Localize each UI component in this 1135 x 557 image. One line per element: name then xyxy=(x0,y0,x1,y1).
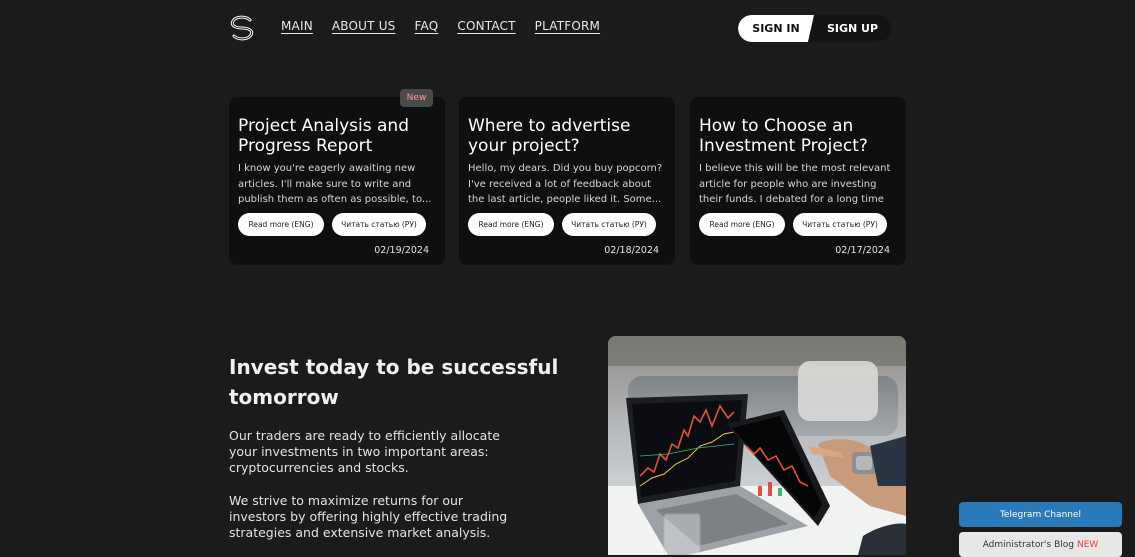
sign-up-button[interactable]: SIGN UP xyxy=(814,15,891,42)
read-more-eng-button[interactable]: Read more (ENG) xyxy=(238,213,324,236)
logo-icon[interactable] xyxy=(228,14,256,42)
article-excerpt: I believe this will be the most relevant… xyxy=(699,163,891,205)
hero-paragraph-2: We strive to maximize returns for our in… xyxy=(229,493,508,540)
article-card: How to Choose an Investment Project? I b… xyxy=(690,97,906,265)
sign-in-button[interactable]: SIGN IN xyxy=(738,15,814,42)
admin-blog-new-badge: NEW xyxy=(1076,539,1099,550)
nav-faq[interactable]: FAQ xyxy=(415,19,439,33)
article-title: Project Analysis and Progress Report xyxy=(238,116,409,156)
article-card: Where to advertise your project? Hello, … xyxy=(459,97,675,265)
main-nav: MAIN ABOUT US FAQ CONTACT PLATFORM xyxy=(281,19,619,33)
hero-title: Invest today to be successful tomorrow xyxy=(229,355,559,409)
article-date: 02/18/2024 xyxy=(604,245,659,256)
new-badge: New xyxy=(400,89,433,107)
nav-main[interactable]: MAIN xyxy=(281,19,313,33)
read-more-ru-button[interactable]: Читать статью (РУ) xyxy=(793,213,887,236)
article-title: Where to advertise your project? xyxy=(468,116,631,156)
read-more-eng-button[interactable]: Read more (ENG) xyxy=(699,213,785,236)
auth-switch: SIGN IN SIGN UP xyxy=(738,15,891,42)
article-excerpt: Hello, my dears. Did you buy popcorn? I'… xyxy=(468,163,663,205)
read-more-ru-button[interactable]: Читать статью (РУ) xyxy=(562,213,656,236)
telegram-channel-button[interactable]: Telegram Channel xyxy=(959,502,1122,527)
header: MAIN ABOUT US FAQ CONTACT PLATFORM SIGN … xyxy=(0,0,1135,56)
read-more-eng-button[interactable]: Read more (ENG) xyxy=(468,213,554,236)
nav-contact[interactable]: CONTACT xyxy=(457,19,515,33)
hero-paragraph-1: Our traders are ready to efficiently all… xyxy=(229,428,500,475)
admin-blog-button[interactable]: Administrator's Blog NEW xyxy=(959,532,1122,557)
nav-about-us[interactable]: ABOUT US xyxy=(332,19,396,33)
admin-blog-label: Administrator's Blog xyxy=(982,539,1074,550)
article-excerpt: I know you're eagerly awaiting new artic… xyxy=(238,163,432,205)
nav-platform[interactable]: PLATFORM xyxy=(535,19,600,33)
article-date: 02/19/2024 xyxy=(374,245,429,256)
read-more-ru-button[interactable]: Читать статью (РУ) xyxy=(332,213,426,236)
article-date: 02/17/2024 xyxy=(835,245,890,256)
trading-photo xyxy=(608,336,906,555)
article-card: New Project Analysis and Progress Report… xyxy=(229,89,445,265)
article-title: How to Choose an Investment Project? xyxy=(699,116,868,156)
